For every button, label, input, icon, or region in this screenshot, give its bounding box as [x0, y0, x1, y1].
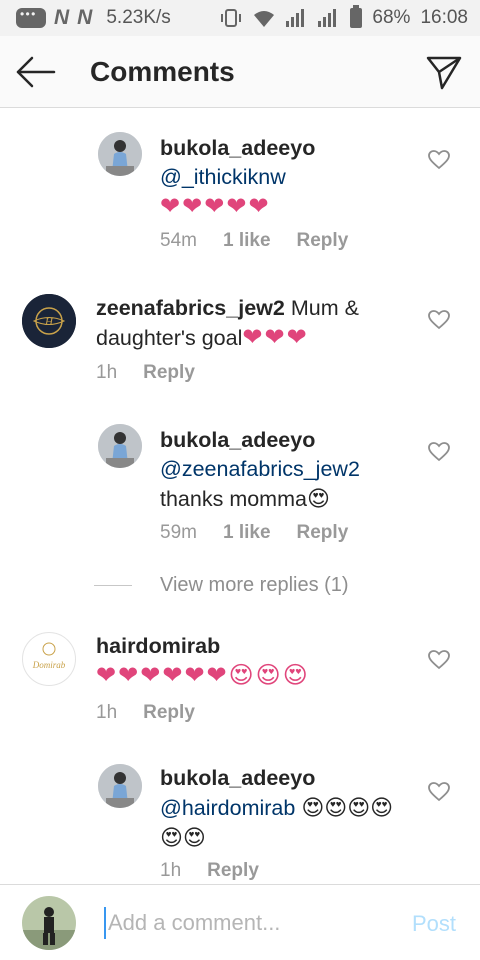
- n-icon: N: [54, 6, 70, 29]
- reply-button[interactable]: Reply: [297, 230, 349, 252]
- heart-icon[interactable]: [428, 782, 450, 802]
- comment-time: 54m: [160, 230, 197, 251]
- signal-icon: [318, 9, 337, 27]
- comment-emojis: 😍: [306, 486, 330, 511]
- like-count[interactable]: 1 like: [223, 522, 271, 544]
- battery-icon: [350, 5, 363, 28]
- avatar[interactable]: [98, 764, 142, 808]
- arrow-left-icon[interactable]: [14, 52, 58, 92]
- avatar[interactable]: [98, 132, 142, 176]
- heart-icon[interactable]: [428, 310, 450, 330]
- chat-icon: [16, 7, 46, 28]
- comment-text: thanks momma: [160, 487, 307, 511]
- comment-time: 1h: [96, 362, 118, 383]
- post-button[interactable]: Post: [412, 911, 456, 937]
- heart-icon[interactable]: [428, 650, 450, 670]
- comment-emojis: ❤❤❤❤❤❤😍😍😍: [96, 662, 310, 689]
- avatar[interactable]: H: [22, 294, 76, 348]
- divider: [94, 585, 132, 586]
- clock: 16:08: [420, 7, 468, 28]
- avatar[interactable]: [22, 896, 76, 950]
- comment-emojis: ❤❤❤: [242, 324, 309, 351]
- reply-button[interactable]: Reply: [143, 702, 195, 724]
- comment-time: 1h: [96, 702, 118, 723]
- comments-header: Comments: [0, 36, 480, 108]
- direct-send-icon[interactable]: [424, 52, 464, 92]
- svg-text:Domirab: Domirab: [32, 660, 66, 670]
- domirab-logo: Domirab: [24, 634, 74, 684]
- mention-link[interactable]: @hairdomirab: [160, 796, 295, 820]
- avatar[interactable]: Domirab: [22, 632, 76, 686]
- username[interactable]: bukola_adeeyo: [160, 764, 410, 793]
- reply-button[interactable]: Reply: [297, 522, 349, 544]
- username[interactable]: zeenafabrics_jew2: [96, 296, 285, 320]
- page-title: Comments: [90, 56, 235, 87]
- heart-icon[interactable]: [428, 442, 450, 462]
- username[interactable]: bukola_adeeyo: [160, 426, 410, 455]
- mention-link[interactable]: @zeenafabrics_jew2: [160, 455, 410, 484]
- username[interactable]: hairdomirab: [96, 632, 426, 661]
- svg-text:H: H: [44, 316, 54, 328]
- mention-link[interactable]: @_ithickiknw: [160, 163, 410, 192]
- reply-button[interactable]: Reply: [207, 860, 259, 882]
- wifi-icon: [254, 11, 275, 27]
- status-bar: N N 5.23K/s 68% 16:08: [0, 0, 480, 36]
- username[interactable]: bukola_adeeyo: [160, 134, 410, 163]
- comment-list[interactable]: bukola_adeeyo @_ithickiknw ❤❤❤❤❤ 54m 1 l…: [0, 108, 480, 884]
- view-more-label: View more replies (1): [160, 574, 349, 596]
- battery-percent: 68%: [372, 7, 411, 28]
- reply-button[interactable]: Reply: [143, 362, 195, 384]
- heart-icon[interactable]: [428, 150, 450, 170]
- network-speed: 5.23K/s: [106, 7, 171, 28]
- view-more-replies-button[interactable]: View more replies (1): [94, 574, 349, 597]
- vibrate-icon: [221, 9, 242, 27]
- like-count[interactable]: 1 like: [223, 230, 271, 252]
- signal-icon: [286, 9, 305, 27]
- comment-emojis: ❤❤❤❤❤: [160, 193, 271, 220]
- comment-time: 1h: [160, 860, 182, 881]
- comment-time: 59m: [160, 522, 197, 543]
- comment-composer: Post: [0, 884, 480, 960]
- comment-input[interactable]: [104, 907, 384, 939]
- avatar[interactable]: [98, 424, 142, 468]
- n-icon: N: [77, 6, 93, 29]
